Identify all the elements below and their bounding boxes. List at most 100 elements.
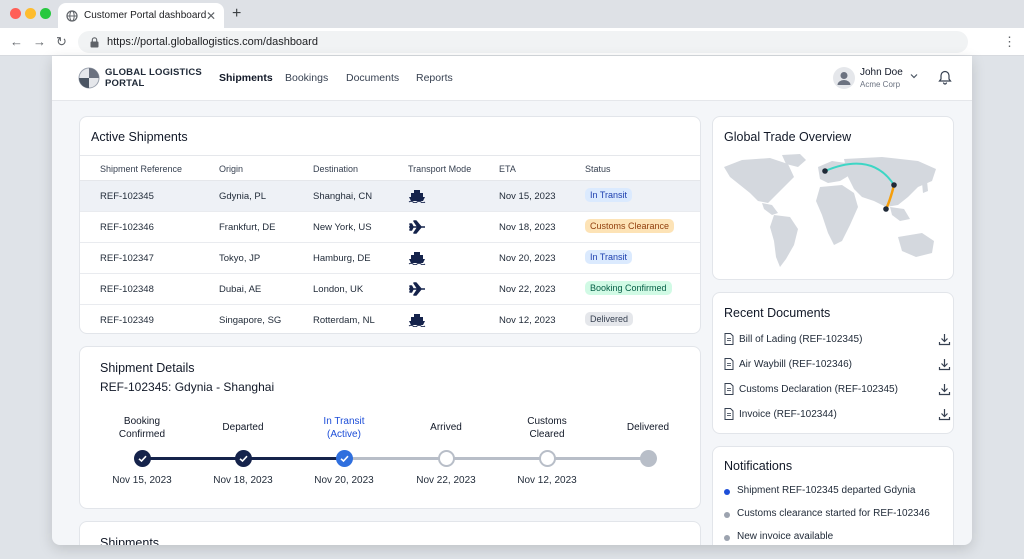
cell-destination: New York, US bbox=[313, 222, 372, 233]
user-company: Acme Corp bbox=[860, 80, 901, 89]
plane-icon bbox=[408, 282, 426, 296]
south-america-shape bbox=[770, 215, 798, 267]
table-row[interactable]: REF-102346 Frankfurt, DE New York, US Nov 1… bbox=[80, 212, 700, 243]
cell-reference: REF-102347 bbox=[100, 253, 154, 264]
north-america-shape bbox=[724, 158, 794, 203]
download-icon[interactable] bbox=[938, 383, 951, 396]
document-name: Customs Declaration (REF-102345) bbox=[739, 384, 898, 395]
document-item[interactable]: Customs Declaration (REF-102345) bbox=[724, 382, 951, 398]
ship-icon bbox=[408, 189, 426, 204]
download-icon[interactable] bbox=[938, 408, 951, 421]
timeline-step-label: Delivered bbox=[626, 422, 670, 433]
url-text: https://portal.globallogistics.com/dashb… bbox=[107, 36, 318, 48]
window-close-button[interactable] bbox=[10, 8, 21, 19]
document-name: Bill of Lading (REF-102345) bbox=[739, 334, 863, 345]
trade-overview-title: Global Trade Overview bbox=[724, 130, 852, 144]
back-arrow-icon[interactable]: ← bbox=[10, 34, 23, 49]
nav-bookings[interactable]: Bookings bbox=[285, 72, 328, 84]
global-trade-overview-card: Global Trade Overview bbox=[712, 116, 954, 280]
cell-reference: REF-102348 bbox=[100, 284, 154, 295]
cell-destination: Hamburg, DE bbox=[313, 253, 371, 264]
browser-toolbar: ← → ↻ https://portal.globallogistics.com… bbox=[0, 28, 1024, 56]
table-row[interactable]: REF-102347 Tokyo, JP Hamburg, DE Nov 20, 20… bbox=[80, 243, 700, 274]
cell-reference: REF-102345 bbox=[100, 191, 154, 202]
column-header[interactable]: Status bbox=[585, 164, 611, 174]
chevron-down-icon[interactable] bbox=[909, 71, 919, 81]
globe-icon bbox=[66, 9, 78, 22]
column-header[interactable]: Transport Mode bbox=[408, 164, 471, 174]
logo-icon bbox=[78, 67, 100, 89]
status-badge: Customs Clearance bbox=[585, 219, 675, 233]
notification-dot bbox=[724, 512, 730, 518]
timeline-step-date: Nov 15, 2023 bbox=[112, 475, 172, 486]
ship-icon bbox=[408, 313, 426, 328]
recent-documents-card: Recent Documents Bill of Lading (REF-102… bbox=[712, 292, 954, 434]
active-shipments-card: Active Shipments Shipment Reference Orig… bbox=[79, 116, 701, 334]
route-point-shanghai bbox=[891, 182, 897, 188]
notification-text: Customs clearance started for REF-102346 bbox=[737, 508, 930, 519]
nav-documents[interactable]: Documents bbox=[346, 72, 399, 84]
table-row[interactable]: REF-102348 Dubai, AE London, UK Nov 22, 202… bbox=[80, 274, 700, 305]
column-header[interactable]: Destination bbox=[313, 164, 358, 174]
timeline-connector bbox=[547, 457, 648, 460]
shipments-card: Shipments bbox=[79, 521, 701, 545]
address-bar[interactable]: https://portal.globallogistics.com/dashb… bbox=[78, 31, 968, 53]
download-icon[interactable] bbox=[938, 333, 951, 346]
cell-eta: Nov 12, 2023 bbox=[499, 315, 556, 326]
window-maximize-button[interactable] bbox=[40, 8, 51, 19]
cell-destination: London, UK bbox=[313, 284, 364, 295]
cell-origin: Tokyo, JP bbox=[219, 253, 261, 264]
notifications-card: Notifications Shipment REF-102345 depart… bbox=[712, 446, 954, 545]
document-name: Air Waybill (REF-102346) bbox=[739, 359, 852, 370]
world-map[interactable] bbox=[722, 153, 946, 275]
new-tab-button[interactable]: + bbox=[232, 5, 241, 23]
table-row[interactable]: REF-102349 Singapore, SG Rotterdam, NL Nov … bbox=[80, 305, 700, 336]
cell-reference: REF-102346 bbox=[100, 222, 154, 233]
document-icon bbox=[724, 383, 734, 395]
shipment-details-subtitle: REF-102345: Gdynia - Shanghai bbox=[100, 380, 275, 394]
app-window: GLOBAL LOGISTICS PORTAL Shipments Bookin… bbox=[52, 56, 972, 545]
timeline-step-date: Nov 18, 2023 bbox=[213, 475, 273, 486]
notification-dot bbox=[724, 489, 730, 495]
cell-origin: Gdynia, PL bbox=[219, 191, 266, 202]
timeline-step-final[interactable] bbox=[639, 450, 657, 467]
check-icon bbox=[137, 455, 147, 463]
document-item[interactable]: Air Waybill (REF-102346) bbox=[724, 357, 951, 373]
nav-shipments[interactable]: Shipments bbox=[219, 72, 273, 84]
shipment-details-title: Shipment Details bbox=[100, 361, 195, 375]
user-name[interactable]: John Doe bbox=[860, 67, 903, 78]
table-row[interactable]: REF-102345 Gdynia, PL Shanghai, CN Nov 15, … bbox=[80, 181, 700, 212]
cell-origin: Singapore, SG bbox=[219, 315, 282, 326]
download-icon[interactable] bbox=[938, 358, 951, 371]
status-badge: In Transit bbox=[585, 250, 633, 264]
document-item[interactable]: Invoice (REF-102344) bbox=[724, 407, 951, 423]
timeline-step-active[interactable] bbox=[335, 450, 353, 467]
column-header[interactable]: Shipment Reference bbox=[100, 164, 182, 174]
cell-eta: Nov 22, 2023 bbox=[499, 284, 556, 295]
tab-close-icon[interactable]: ✕ bbox=[206, 9, 216, 23]
bell-icon[interactable] bbox=[938, 70, 952, 85]
document-name: Invoice (REF-102344) bbox=[739, 409, 837, 420]
browser-menu-icon[interactable]: ⋮ bbox=[1003, 34, 1016, 50]
column-header[interactable]: Origin bbox=[219, 164, 243, 174]
nav-reports[interactable]: Reports bbox=[416, 72, 453, 84]
cell-eta: Nov 20, 2023 bbox=[499, 253, 556, 264]
timeline-step-date: Nov 22, 2023 bbox=[416, 475, 476, 486]
timeline-step-done[interactable] bbox=[133, 450, 151, 467]
user-avatar[interactable] bbox=[833, 67, 855, 89]
forward-arrow-icon[interactable]: → bbox=[33, 34, 46, 49]
timeline-step-pending[interactable] bbox=[437, 450, 455, 467]
status-badge: In Transit bbox=[585, 188, 633, 202]
browser-tab[interactable]: Customer Portal dashboard ✕ bbox=[58, 3, 224, 28]
timeline-connector bbox=[142, 457, 243, 460]
document-item[interactable]: Bill of Lading (REF-102345) bbox=[724, 332, 951, 348]
southeast-asia-shape bbox=[890, 207, 910, 221]
column-header[interactable]: ETA bbox=[499, 164, 516, 174]
document-icon bbox=[724, 358, 734, 370]
reload-icon[interactable]: ↻ bbox=[56, 34, 67, 50]
timeline-step-pending[interactable] bbox=[538, 450, 556, 467]
window-minimize-button[interactable] bbox=[25, 8, 36, 19]
cell-eta: Nov 18, 2023 bbox=[499, 222, 556, 233]
timeline-step-done[interactable] bbox=[234, 450, 252, 467]
timeline-connector bbox=[344, 457, 446, 460]
